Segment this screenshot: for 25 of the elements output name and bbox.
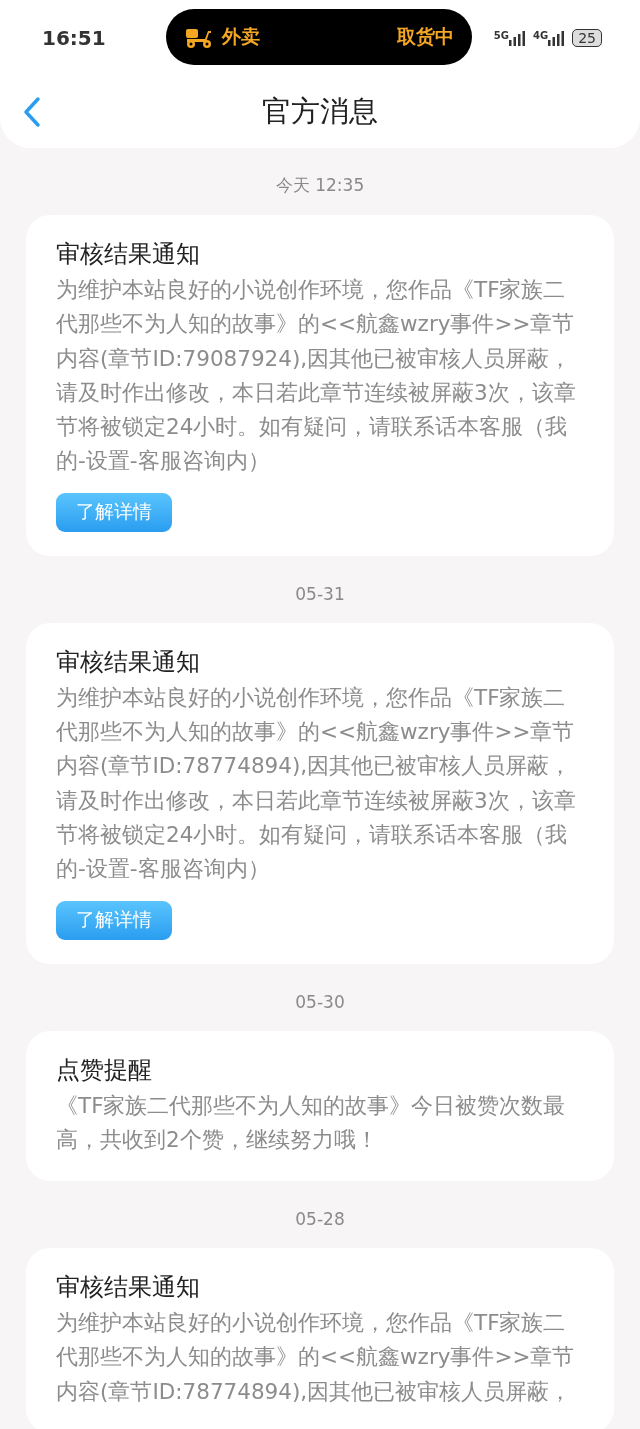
- signal-icon: [548, 30, 565, 46]
- message-date: 05-31: [294, 582, 346, 606]
- message-title: 审核结果通知: [56, 646, 201, 678]
- network-label: 4G: [533, 30, 549, 41]
- network-label: 5G: [493, 30, 509, 41]
- page-title: 官方消息: [262, 93, 378, 130]
- message-body: 为维护本站良好的小说创作环境，您作品《TF家族二代那些不为人知的故事》的<<航鑫wzry事件>>章节内容(章节ID:78774894),因其他已被审核人员屏蔽，请及时作出修改，本日若此章节连续被屏蔽3次，该章节将被锁定24小时。如有疑问，请联系话本客服（我的-设置-客服咨询内）: [56, 683, 577, 884]
- dynamic-island[interactable]: 外卖 取货中: [166, 9, 472, 65]
- details-button[interactable]: 了解详情: [56, 492, 172, 532]
- message-body: 为维护本站良好的小说创作环境，您作品《TF家族二代那些不为人知的故事》的<<航鑫wzry事件>>章节内容(章节ID:78774894),因其他已被审核人员屏蔽，: [56, 1309, 576, 1406]
- message-body: 《TF家族二代那些不为人知的故事》今日被赞次数最高，共收到2个赞，继续努力哦！: [56, 1091, 567, 1154]
- message-date: 05-28: [294, 1208, 346, 1232]
- battery-level: 25: [572, 29, 602, 47]
- message-title: 审核结果通知: [56, 239, 201, 270]
- back-icon[interactable]: [22, 96, 42, 128]
- message-title: 点赞提醒: [56, 1054, 153, 1086]
- message-title: 审核结果通知: [56, 1272, 201, 1304]
- island-app: 外卖: [222, 24, 260, 49]
- details-button[interactable]: 了解详情: [56, 900, 172, 940]
- signal-icon: [509, 30, 525, 46]
- status-time: 16:51: [42, 26, 107, 50]
- island-status: 取货中: [397, 24, 454, 49]
- message-body: 为维护本站良好的小说创作环境，您作品《TF家族二代那些不为人知的故事》的<<航鑫wzry事件>>章节内容(章节ID:79087924),因其他已被审核人员屏蔽，请及时作出修改，本日若此章节连续被屏蔽3次，该章节将被锁定24小时。如有疑问，请联系话本客服（我的-设置-客服咨询内）: [56, 276, 577, 476]
- message-date: 今天 12:35: [274, 174, 366, 197]
- message-date: 05-30: [294, 990, 346, 1014]
